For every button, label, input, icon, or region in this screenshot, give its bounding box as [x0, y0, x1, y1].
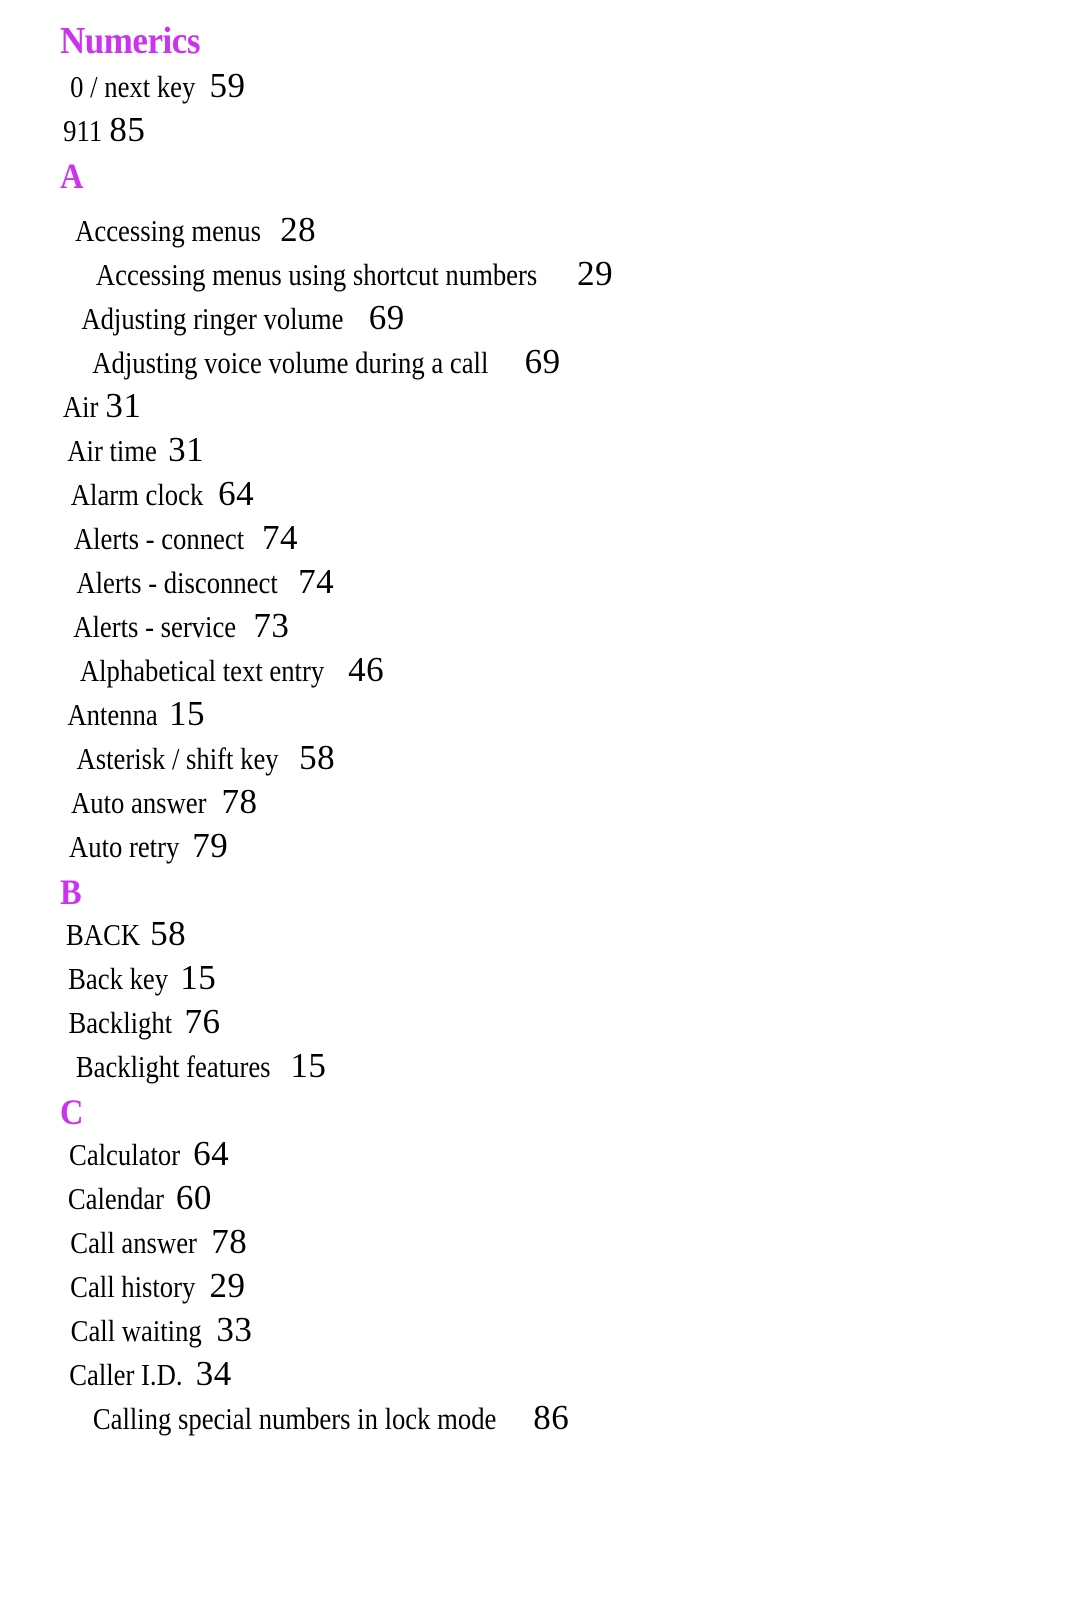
index-entry-label: Adjusting ringer volume [81, 301, 344, 336]
index-entry-page-number: 78 [211, 1222, 248, 1261]
index-entry[interactable]: Auto retry 79 [60, 824, 1060, 868]
index-entry-page-number: 73 [253, 606, 290, 645]
index-entry-label: Alerts - connect [73, 521, 245, 556]
index-entry[interactable]: Adjusting ringer volume 69 [60, 296, 1060, 340]
index-entry[interactable]: Caller I.D. 34 [60, 1352, 1060, 1396]
index-entry[interactable]: Alphabetical text entry 46 [60, 648, 1060, 692]
index-entry-label: 0 / next key [70, 69, 196, 104]
section-heading-a: A [60, 156, 84, 196]
index-entry-page-number: 78 [221, 782, 258, 821]
index-entry-label: Asterisk / shift key [76, 741, 279, 776]
index-entry-label: Alerts - disconnect [76, 565, 278, 600]
index-entry[interactable]: 0 / next key 59 [60, 64, 1060, 108]
index-entry[interactable]: Backlight 76 [60, 1000, 1060, 1044]
index-entry-label: Call waiting [70, 1313, 202, 1348]
index-page: Numerics 0 / next key 59 911 85 A Accessing … [0, 0, 1080, 1622]
index-entry-page-number: 69 [368, 298, 405, 337]
index-entry[interactable]: Alerts - connect 74 [60, 516, 1060, 560]
index-entry-label: Calendar [67, 1181, 165, 1216]
index-entry[interactable]: Accessing menus 28 [60, 208, 1060, 252]
index-entry-label: Antenna [67, 697, 158, 732]
index-entry[interactable]: Call waiting 33 [60, 1308, 1060, 1352]
index-entry[interactable]: Adjusting voice volume during a call 69 [60, 340, 1060, 384]
index-entry-label: Alphabetical text entry [79, 653, 325, 688]
index-entry[interactable]: Air time 31 [60, 428, 1060, 472]
index-entry-label: Caller I.D. [69, 1357, 183, 1392]
index-entry-label: Alarm clock [70, 477, 204, 512]
index-entry-label: Calling special numbers in lock mode [92, 1401, 497, 1436]
index-entry[interactable]: Calling special numbers in lock mode 86 [60, 1396, 1060, 1440]
index-entry[interactable]: BACK 58 [60, 912, 1060, 956]
index-entry-page-number: 29 [577, 254, 614, 293]
index-entry[interactable]: Accessing menus using shortcut numbers 2… [60, 252, 1060, 296]
index-entry[interactable]: Calculator 64 [60, 1132, 1060, 1176]
index-entry-page-number: 34 [195, 1354, 232, 1393]
index-entry[interactable]: Asterisk / shift key 58 [60, 736, 1060, 780]
index-entry-label: BACK [66, 917, 141, 952]
index-entry-page-number: 31 [105, 386, 142, 425]
section-heading-c: C [60, 1092, 84, 1132]
index-entry-page-number: 64 [193, 1134, 230, 1173]
index-entry-label: Auto answer [71, 785, 207, 820]
index-entry-label: Backlight features [75, 1049, 271, 1084]
index-entry-page-number: 58 [299, 738, 336, 777]
index-entry-label: Auto retry [68, 829, 180, 864]
index-entry-label: Air [62, 389, 99, 424]
index-entry-page-number: 15 [169, 694, 206, 733]
index-entry-label: Air time [67, 433, 157, 468]
index-entry-label: 911 [63, 113, 103, 148]
index-entry[interactable]: Call answer 78 [60, 1220, 1060, 1264]
index-entry-label: Accessing menus [75, 213, 261, 248]
index-entry-label: Call answer [70, 1225, 197, 1260]
index-entry-page-number: 85 [109, 110, 146, 149]
index-entry-list: Numerics 0 / next key 59 911 85 A Accessing … [60, 22, 1060, 1440]
index-entry-page-number: 74 [298, 562, 335, 601]
index-entry-page-number: 86 [533, 1398, 570, 1437]
index-entry[interactable]: Backlight features 15 [60, 1044, 1060, 1088]
index-entry-page-number: 59 [209, 66, 246, 105]
index-entry-label: Alerts - service [73, 609, 237, 644]
index-entry-page-number: 64 [218, 474, 255, 513]
index-entry-page-number: 33 [216, 1310, 253, 1349]
index-entry-page-number: 29 [209, 1266, 246, 1305]
section-heading-numerics: Numerics [60, 20, 201, 62]
index-entry[interactable]: Calendar 60 [60, 1176, 1060, 1220]
section-heading-b: B [60, 872, 82, 912]
index-entry[interactable]: Antenna 15 [60, 692, 1060, 736]
index-entry-label: Adjusting voice volume during a call [92, 345, 489, 380]
index-entry-page-number: 46 [348, 650, 385, 689]
index-entry[interactable]: Alerts - disconnect 74 [60, 560, 1060, 604]
index-entry-label: Call history [70, 1269, 196, 1304]
index-entry-page-number: 69 [524, 342, 561, 381]
index-entry-label: Backlight [68, 1005, 173, 1040]
index-entry[interactable]: Alerts - service 73 [60, 604, 1060, 648]
index-entry[interactable]: 911 85 [60, 108, 1060, 152]
index-entry-page-number: 15 [180, 958, 217, 997]
index-entry-page-number: 15 [290, 1046, 327, 1085]
index-entry[interactable]: Air 31 [60, 384, 1060, 428]
index-entry-page-number: 28 [280, 210, 317, 249]
index-entry[interactable]: Call history 29 [60, 1264, 1060, 1308]
index-entry-page-number: 60 [175, 1178, 212, 1217]
index-entry[interactable]: Auto answer 78 [60, 780, 1060, 824]
index-entry-page-number: 76 [184, 1002, 221, 1041]
index-entry-page-number: 58 [150, 914, 187, 953]
index-entry-page-number: 31 [168, 430, 205, 469]
index-entry-label: Back key [68, 961, 169, 996]
index-entry-label: Calculator [69, 1137, 181, 1172]
index-entry-page-number: 79 [192, 826, 229, 865]
index-entry[interactable]: Back key 15 [60, 956, 1060, 1000]
index-entry-label: Accessing menus using shortcut numbers [95, 257, 538, 292]
index-entry-page-number: 74 [261, 518, 298, 557]
index-entry[interactable]: Alarm clock 64 [60, 472, 1060, 516]
